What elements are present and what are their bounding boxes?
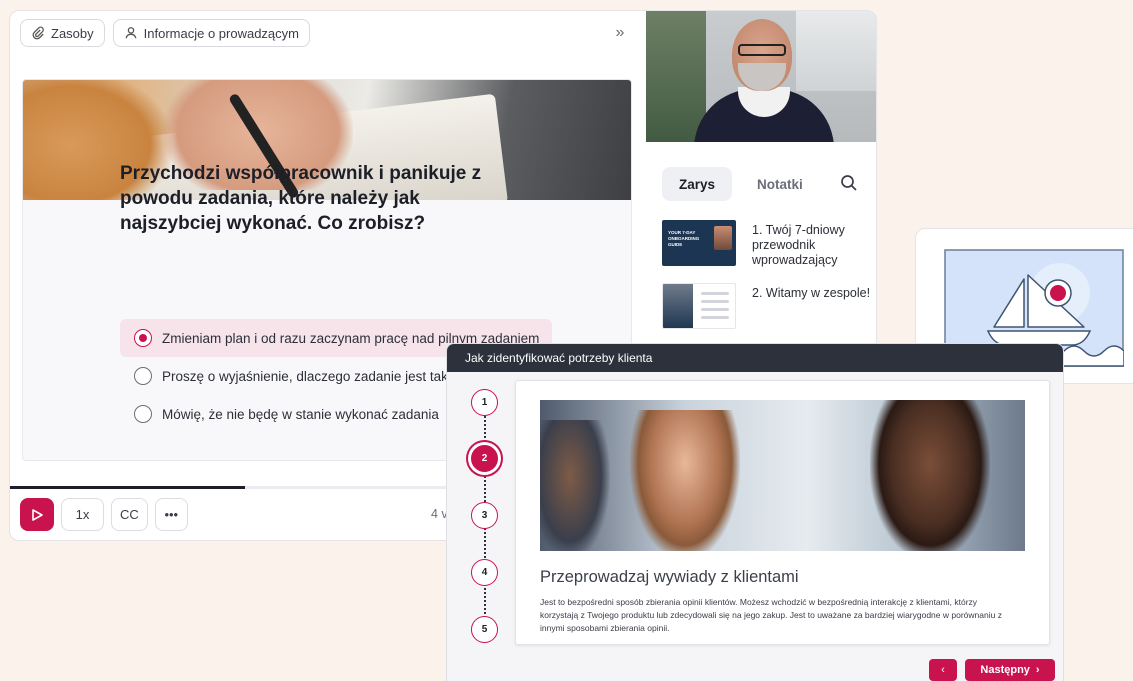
radio-unselected[interactable]: [134, 405, 152, 423]
chevron-right-icon: ›: [1035, 664, 1040, 676]
chevron-left-icon: ‹: [941, 664, 945, 676]
step-4[interactable]: 4: [471, 559, 498, 586]
thumbnail-title: YOUR 7-DAY ONBOARDING GUIDE: [668, 230, 700, 247]
course-lesson-card: Jak zidentyfikować potrzeby klienta 1 2 …: [446, 343, 1064, 681]
person-shape: [870, 400, 990, 551]
radio-selected[interactable]: [134, 329, 152, 347]
course-header-title: Jak zidentyfikować potrzeby klienta: [447, 344, 1063, 372]
radio-unselected[interactable]: [134, 367, 152, 385]
lesson-text: Jest to bezpośredni sposób zbierania opi…: [540, 597, 1002, 633]
more-options-button[interactable]: •••: [154, 498, 188, 531]
play-button[interactable]: [20, 498, 54, 531]
player-toolbar: Zasoby Informacje o prowadzącym: [20, 19, 310, 47]
outline-item-label: 1. Twój 7-dniowy przewodnik wprowadzając…: [752, 223, 845, 267]
user-icon: [125, 27, 137, 39]
thumbnail-photo: [663, 284, 693, 328]
instructor-glasses: [738, 44, 786, 56]
tab-notes[interactable]: Notatki: [740, 167, 820, 201]
outline-thumbnail: [662, 283, 736, 329]
thumbnail-photo: [714, 226, 732, 250]
thumbnail-line: [701, 300, 729, 303]
tab-outline[interactable]: Zarys: [662, 167, 733, 201]
search-icon: [841, 175, 857, 191]
resources-button[interactable]: Zasoby: [20, 19, 105, 47]
interview-photo: [540, 400, 1025, 551]
step-2[interactable]: 2: [471, 445, 498, 472]
person-shape: [630, 410, 740, 551]
step-1[interactable]: 1: [471, 389, 498, 416]
instructor-video[interactable]: [646, 11, 876, 142]
thumbnail-line: [701, 292, 729, 295]
outline-item-2[interactable]: 2. Witamy w zespole!: [662, 283, 872, 329]
next-label: Następny: [980, 664, 1030, 676]
thumbnail-line: [701, 308, 729, 311]
answer-label: Mówię, że nie będę w stanie wykonać zada…: [162, 406, 439, 422]
step-3[interactable]: 3: [471, 502, 498, 529]
instructor-info-button[interactable]: Informacje o prowadzącym: [112, 19, 310, 47]
outline-thumbnail: YOUR 7-DAY ONBOARDING GUIDE: [662, 220, 736, 266]
lesson-stepper: 1 2 3 4 5: [471, 389, 499, 643]
step-5[interactable]: 5: [471, 616, 498, 643]
double-chevron-right-icon[interactable]: »: [610, 23, 630, 43]
paperclip-icon: [32, 26, 44, 40]
window-background: [796, 11, 876, 91]
person-shape: [540, 420, 610, 551]
next-button[interactable]: Następny ›: [965, 659, 1055, 681]
sidebar-tabs: Zarys Notatki: [662, 167, 820, 201]
thumbnail-line: [701, 316, 729, 319]
captions-button[interactable]: CC: [111, 498, 148, 531]
previous-button[interactable]: ‹: [929, 659, 957, 681]
outline-item-1[interactable]: YOUR 7-DAY ONBOARDING GUIDE 1. Twój 7-dn…: [662, 220, 872, 268]
play-icon: [32, 508, 43, 521]
lesson-title: Przeprowadzaj wywiady z klientami: [540, 568, 799, 586]
instructor-info-label: Informacje o prowadzącym: [143, 25, 299, 41]
answer-label: Proszę o wyjaśnienie, dlaczego zadanie j…: [162, 368, 448, 384]
plant-background: [646, 11, 706, 142]
outline-item-label: 2. Witamy w zespole!: [752, 286, 871, 300]
lesson-content: Przeprowadzaj wywiady z klientami Jest t…: [515, 380, 1050, 645]
playback-controls: 1x CC •••: [20, 498, 188, 531]
resources-label: Zasoby: [51, 25, 94, 41]
search-button[interactable]: [840, 174, 860, 194]
playback-speed-button[interactable]: 1x: [61, 498, 104, 531]
playback-progress-fill: [10, 486, 246, 489]
quiz-question: Przychodzi współpracownik i panikuje z p…: [120, 163, 482, 234]
